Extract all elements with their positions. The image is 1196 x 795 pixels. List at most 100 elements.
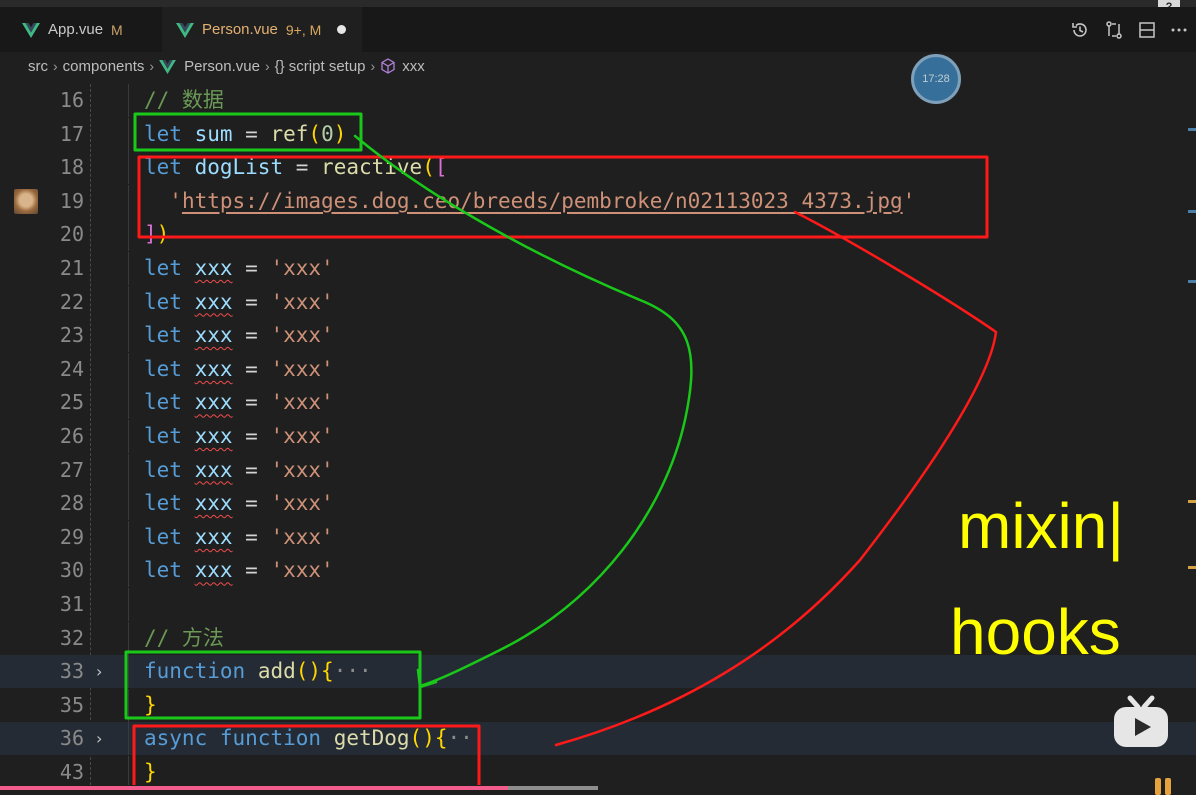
code-line[interactable]: 26 let xxx = 'xxx' — [0, 420, 1196, 453]
code-token: xxx — [194, 323, 233, 348]
code-token: = — [232, 558, 271, 583]
code-token: sum — [194, 121, 233, 146]
code-line[interactable]: 25 let xxx = 'xxx' — [0, 386, 1196, 420]
code-line[interactable]: 24 let xxx = 'xxx' — [0, 352, 1196, 386]
code-token: ) — [333, 121, 347, 146]
code-text: let sum = ref(0) — [144, 118, 346, 151]
code-editor[interactable]: 16// 数据 17 let sum = ref(0) 18 let dogList =… — [0, 84, 1196, 795]
line-number: 21 — [59, 256, 84, 280]
code-token: let — [144, 121, 182, 146]
indent-guide — [128, 420, 129, 453]
code-token: ] — [144, 222, 157, 247]
code-token: 'xxx' — [270, 390, 334, 415]
split-editor-icon[interactable] — [1138, 21, 1156, 39]
code-line[interactable]: 22 let xxx = 'xxx' — [0, 285, 1196, 319]
tab-person-vue[interactable]: Person.vue 9+, M — [162, 7, 362, 52]
code-token: let — [144, 390, 182, 415]
symbol-variable-icon — [381, 58, 395, 74]
fold-chevron-icon[interactable]: › — [96, 655, 102, 688]
code-line[interactable]: 18 let dogList = reactive([ — [0, 151, 1196, 185]
code-token: // 方法 — [144, 625, 224, 650]
breadcrumb-item-script-setup[interactable]: {} script setup — [275, 58, 366, 75]
indent-guide — [128, 688, 129, 722]
tab-status: 9+, M — [285, 21, 322, 38]
code-text: // 数据 — [144, 84, 224, 117]
code-token: let — [144, 524, 182, 549]
tab-label: Person.vue — [202, 21, 278, 38]
indent-guide — [128, 722, 129, 756]
vue-icon — [22, 22, 40, 38]
code-token: xxx — [194, 457, 233, 482]
code-token: let — [144, 424, 182, 448]
code-token: https://images.dog.ceo/breeds/pembroke/n… — [181, 188, 903, 213]
line-number: 16 — [59, 88, 84, 112]
code-text: let xxx = 'xxx' — [144, 252, 334, 285]
vue-icon — [159, 59, 176, 74]
code-line[interactable]: 27 let xxx = 'xxx' — [0, 453, 1196, 487]
code-token: dogList — [194, 155, 284, 180]
code-token: = — [232, 457, 271, 482]
pause-icon[interactable] — [1150, 776, 1176, 795]
code-text: let xxx = 'xxx' — [144, 386, 334, 419]
line-number: 33 — [59, 659, 84, 684]
code-line[interactable]: 17 let sum = ref(0) — [0, 117, 1196, 151]
history-icon[interactable] — [1070, 20, 1090, 40]
code-line[interactable]: 23 let xxx = 'xxx' — [0, 319, 1196, 353]
more-icon[interactable] — [1170, 21, 1188, 39]
indent-guide — [128, 554, 129, 588]
unsaved-dot-icon[interactable] — [337, 25, 347, 34]
line-number: 27 — [59, 457, 84, 482]
code-line[interactable]: 20]) — [0, 218, 1196, 252]
code-token: xxx — [194, 289, 233, 314]
line-number: 25 — [59, 390, 84, 415]
code-token: ( — [422, 155, 435, 180]
code-line[interactable]: 19 'https://images.dog.ceo/breeds/pembro… — [0, 184, 1196, 218]
image-preview-thumbnail[interactable] — [14, 188, 38, 214]
code-token: [ — [434, 155, 448, 180]
overview-mark — [1188, 210, 1196, 213]
fold-chevron-icon[interactable]: › — [96, 722, 102, 755]
breadcrumb-item-src[interactable]: src — [28, 58, 48, 75]
overview-mark — [1188, 500, 1196, 503]
tab-label: App.vue — [48, 21, 104, 38]
indent-guide — [128, 285, 129, 319]
code-token: = — [232, 121, 271, 146]
code-line[interactable]: 16 // 数据 — [0, 84, 1196, 117]
code-line[interactable]: 36 › async function getDog(){··· — [0, 722, 1196, 756]
compare-changes-icon[interactable] — [1104, 20, 1124, 40]
overview-ruler[interactable] — [1188, 80, 1196, 780]
code-token: { — [434, 726, 448, 751]
bilibili-tv-icon[interactable] — [1112, 694, 1170, 750]
indent-guide — [128, 588, 129, 621]
code-text: let xxx = 'xxx' — [144, 319, 334, 352]
indent-guide — [128, 84, 129, 117]
overview-mark — [1188, 566, 1196, 569]
code-token: getDog — [333, 726, 410, 751]
tab-app-vue[interactable]: App.vue M — [0, 7, 162, 52]
line-number: 18 — [59, 155, 84, 180]
video-progress-fill — [0, 786, 508, 790]
line-number: 17 — [59, 121, 84, 146]
code-line[interactable]: 21 let xxx = 'xxx' — [0, 252, 1196, 285]
code-token: 'xxx' — [270, 457, 334, 482]
code-token: let — [144, 558, 182, 583]
annotation-hooks: hooks — [950, 596, 1121, 668]
video-timestamp-bubble: 17:28 — [911, 54, 961, 104]
breadcrumb-item-file[interactable]: Person.vue — [159, 58, 260, 75]
code-line[interactable]: 35} — [0, 688, 1196, 722]
line-number: 19 — [59, 188, 84, 213]
code-token: ' — [902, 188, 916, 213]
code-token: // 数据 — [144, 88, 224, 112]
line-number: 23 — [59, 323, 84, 348]
indent-guide — [128, 117, 129, 151]
code-token: xxx — [194, 256, 233, 280]
breadcrumb-item-components[interactable]: components — [63, 58, 145, 75]
code-token: xxx — [194, 356, 233, 381]
breadcrumb-item-symbol[interactable]: xxx — [380, 58, 425, 75]
code-token: () — [295, 659, 322, 684]
